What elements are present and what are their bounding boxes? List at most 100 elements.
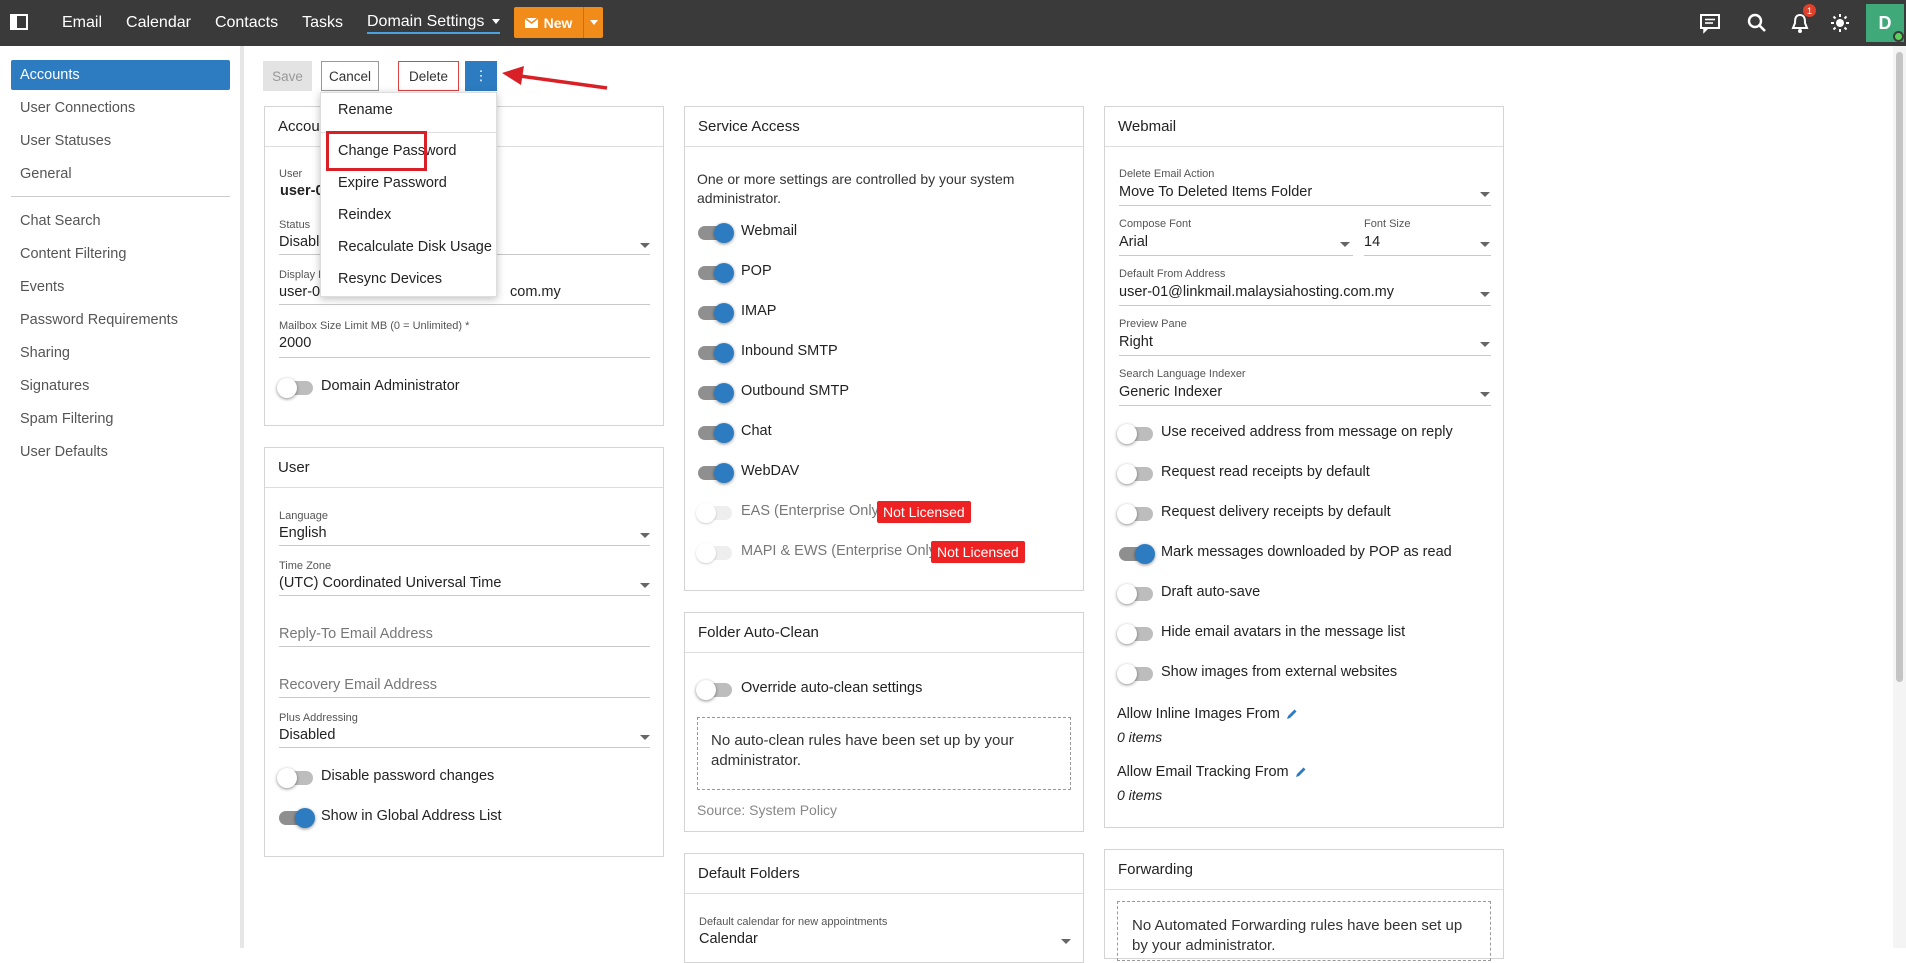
webmail-label: Webmail — [741, 223, 798, 239]
chat-icon[interactable] — [1699, 12, 1721, 34]
display-name-value-start: user-0 — [279, 284, 321, 300]
show-in-gal-toggle[interactable] — [279, 808, 315, 828]
sidebar-toggle-icon[interactable] — [9, 12, 29, 32]
webdav-toggle[interactable] — [698, 463, 734, 483]
mark-pop-read-toggle[interactable] — [1119, 544, 1155, 564]
recovery-email-input[interactable]: Recovery Email Address — [279, 677, 437, 693]
compose-font-underline — [1119, 255, 1353, 256]
read-receipts-label: Request read receipts by default — [1161, 464, 1370, 480]
search-icon[interactable] — [1746, 12, 1768, 34]
sidebar-item-general[interactable]: General — [11, 159, 230, 189]
chevron-down-icon — [640, 583, 650, 588]
more-options-button[interactable]: ⋮ — [465, 61, 497, 91]
nav-contacts[interactable]: Contacts — [215, 14, 278, 32]
online-status-dot — [1893, 31, 1904, 42]
imap-toggle[interactable] — [698, 303, 734, 323]
nav-email[interactable]: Email — [62, 14, 102, 32]
plus-addressing-select[interactable]: Disabled — [279, 727, 335, 743]
chevron-down-icon — [1340, 242, 1350, 247]
pencil-icon[interactable] — [1286, 708, 1298, 720]
allow-inline-images-value: 0 items — [1117, 729, 1163, 745]
sidebar-item-accounts[interactable]: Accounts — [11, 60, 230, 90]
annotation-highlight-box — [326, 131, 427, 171]
sidebar-item-user-defaults[interactable]: User Defaults — [11, 437, 230, 467]
outbound-smtp-label: Outbound SMTP — [741, 383, 849, 399]
delivery-receipts-toggle[interactable] — [1117, 504, 1153, 524]
search-indexer-select[interactable]: Generic Indexer — [1119, 384, 1222, 400]
pop-toggle[interactable] — [698, 263, 734, 283]
font-size-label: Font Size — [1364, 218, 1411, 230]
plus-addressing-underline — [279, 747, 650, 748]
sidebar-item-sharing[interactable]: Sharing — [11, 338, 230, 368]
nav-tasks[interactable]: Tasks — [302, 14, 343, 32]
language-underline — [279, 545, 650, 546]
menu-item-recalculate-disk-usage[interactable]: Recalculate Disk Usage — [338, 239, 492, 255]
menu-item-resync-devices[interactable]: Resync Devices — [338, 271, 442, 287]
display-name-underline — [279, 304, 650, 305]
sidebar-item-chat-search[interactable]: Chat Search — [11, 206, 230, 236]
timezone-select[interactable]: (UTC) Coordinated Universal Time — [279, 575, 501, 591]
toggle-knob — [1117, 424, 1137, 444]
save-button[interactable]: Save — [263, 61, 312, 91]
draft-auto-save-label: Draft auto-save — [1161, 584, 1261, 600]
show-in-gal-label: Show in Global Address List — [321, 808, 502, 824]
toggle-knob — [1117, 624, 1137, 644]
delete-button[interactable]: Delete — [398, 61, 459, 91]
reply-to-email-input[interactable]: Reply-To Email Address — [279, 626, 433, 642]
not-licensed-badge: Not Licensed — [931, 541, 1025, 563]
toggle-knob — [714, 303, 734, 323]
domain-admin-toggle[interactable] — [277, 378, 313, 398]
inbound-smtp-toggle[interactable] — [698, 343, 734, 363]
sidebar-item-password-requirements[interactable]: Password Requirements — [11, 305, 230, 335]
disable-password-changes-label: Disable password changes — [321, 768, 495, 784]
default-calendar-select[interactable]: Calendar — [699, 931, 758, 947]
chevron-down-icon — [640, 243, 650, 248]
cancel-button[interactable]: Cancel — [321, 61, 379, 91]
sidebar-item-events[interactable]: Events — [11, 272, 230, 302]
draft-auto-save-toggle[interactable] — [1117, 584, 1153, 604]
font-size-select[interactable]: 14 — [1364, 234, 1380, 250]
hide-avatars-toggle[interactable] — [1117, 624, 1153, 644]
outbound-smtp-toggle[interactable] — [698, 383, 734, 403]
webmail-toggle[interactable] — [698, 223, 734, 243]
read-receipts-toggle[interactable] — [1117, 464, 1153, 484]
mailbox-size-input[interactable]: 2000 — [279, 335, 311, 351]
plus-addressing-label: Plus Addressing — [279, 712, 358, 724]
sidebar-item-spam-filtering[interactable]: Spam Filtering — [11, 404, 230, 434]
search-indexer-underline — [1119, 405, 1491, 406]
new-button-main[interactable]: New — [514, 7, 583, 38]
sidebar-item-user-connections[interactable]: User Connections — [11, 93, 230, 123]
toggle-knob — [714, 223, 734, 243]
delivery-receipts-label: Request delivery receipts by default — [1161, 504, 1391, 520]
menu-item-reindex[interactable]: Reindex — [338, 207, 391, 223]
top-bar: Email Calendar Contacts Tasks Domain Set… — [0, 0, 1906, 46]
new-button[interactable]: New — [514, 7, 603, 38]
page-scrollbar-thumb[interactable] — [1896, 52, 1903, 682]
default-from-select[interactable]: user-01@linkmail.malaysiahosting.com.my — [1119, 284, 1394, 300]
preview-pane-select[interactable]: Right — [1119, 334, 1153, 350]
language-label: Language — [279, 510, 328, 522]
disable-password-changes-toggle[interactable] — [277, 768, 313, 788]
sun-icon[interactable] — [1829, 12, 1851, 34]
nav-calendar[interactable]: Calendar — [126, 14, 191, 32]
use-received-address-toggle[interactable] — [1117, 424, 1153, 444]
user-card: User — [264, 447, 664, 857]
menu-item-expire-password[interactable]: Expire Password — [338, 175, 447, 191]
delete-email-action-select[interactable]: Move To Deleted Items Folder — [1119, 184, 1312, 200]
nav-domain-settings[interactable]: Domain Settings — [367, 13, 501, 34]
eas-label: EAS (Enterprise Only) — [741, 503, 884, 519]
sidebar-item-user-statuses[interactable]: User Statuses — [11, 126, 230, 156]
font-size-underline — [1364, 255, 1491, 256]
imap-label: IMAP — [741, 303, 777, 319]
language-select[interactable]: English — [279, 525, 327, 541]
search-indexer-label: Search Language Indexer — [1119, 368, 1246, 380]
chat-toggle[interactable] — [698, 423, 734, 443]
sidebar-item-signatures[interactable]: Signatures — [11, 371, 230, 401]
compose-font-select[interactable]: Arial — [1119, 234, 1148, 250]
pencil-icon[interactable] — [1295, 766, 1307, 778]
override-auto-clean-toggle[interactable] — [696, 680, 732, 700]
new-dropdown-toggle[interactable] — [583, 7, 603, 38]
menu-item-rename[interactable]: Rename — [338, 102, 393, 118]
sidebar-item-content-filtering[interactable]: Content Filtering — [11, 239, 230, 269]
external-images-toggle[interactable] — [1117, 664, 1153, 684]
